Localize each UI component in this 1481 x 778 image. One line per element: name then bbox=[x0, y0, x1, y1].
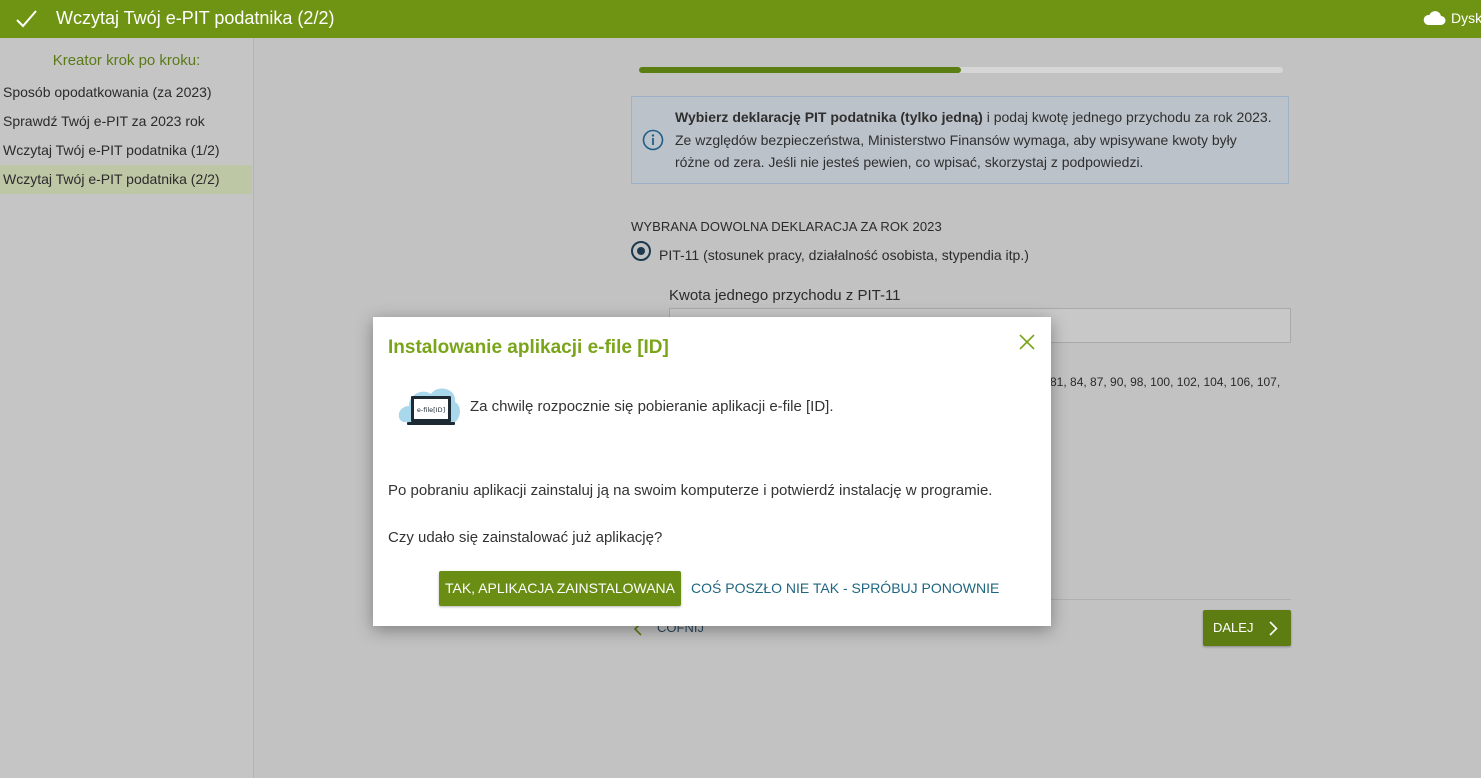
cloud-icon[interactable] bbox=[1422, 10, 1446, 26]
wizard-sidebar: Kreator krok po kroku: Sposób opodatkowa… bbox=[0, 38, 254, 778]
sidebar-item-load-epit-1[interactable]: Wczytaj Twój e-PIT podatnika (1/2) bbox=[0, 136, 252, 165]
info-text-bold: Wybierz deklarację PIT podatnika (tylko … bbox=[675, 109, 983, 125]
efile-logo-text: e-file[ID] bbox=[417, 406, 445, 414]
section-label: WYBRANA DOWOLNA DEKLARACJA ZA ROK 2023 bbox=[631, 219, 942, 234]
install-app-dialog: Instalowanie aplikacji e-file [ID] e-fil… bbox=[373, 317, 1051, 626]
sidebar-item-load-epit-2[interactable]: Wczytaj Twój e-PIT podatnika (2/2) bbox=[0, 165, 252, 194]
sidebar-item-check-epit[interactable]: Sprawdź Twój e-PIT za 2023 rok bbox=[0, 107, 252, 136]
next-button[interactable]: DALEJ bbox=[1203, 610, 1291, 646]
cloud-drive-link[interactable]: Dysk bbox=[1451, 10, 1481, 26]
checkmark-icon bbox=[16, 10, 37, 28]
info-text: Wybierz deklarację PIT podatnika (tylko … bbox=[675, 106, 1275, 174]
pit11-radio-label[interactable]: PIT-11 (stosunek pracy, działalność osob… bbox=[659, 247, 1029, 263]
dialog-title: Instalowanie aplikacji e-file [ID] bbox=[388, 337, 669, 358]
chevron-right-icon bbox=[1269, 621, 1278, 636]
efile-app-icon: e-file[ID] bbox=[398, 388, 460, 425]
dialog-install-text: Po pobraniu aplikacji zainstaluj ją na s… bbox=[388, 482, 993, 499]
confirm-installed-button[interactable]: TAK, APLIKACJA ZAINSTALOWANA bbox=[439, 571, 681, 606]
page-title: Wczytaj Twój e-PIT podatnika (2/2) bbox=[56, 8, 335, 28]
hint-text: 81, 84, 87, 90, 98, 100, 102, 104, 106, … bbox=[1050, 375, 1281, 389]
dialog-question-text: Czy udało się zainstalować już aplikację… bbox=[388, 529, 663, 546]
next-button-label: DALEJ bbox=[1213, 620, 1254, 635]
dialog-download-text: Za chwilę rozpocznie się pobieranie apli… bbox=[470, 398, 834, 415]
progress-bar-fill bbox=[639, 67, 961, 73]
income-field-label: Kwota jednego przychodu z PIT-11 bbox=[669, 287, 901, 304]
retry-link[interactable]: COŚ POSZŁO NIE TAK - SPRÓBUJ PONOWNIE bbox=[691, 580, 999, 596]
pit11-radio[interactable] bbox=[631, 241, 651, 261]
info-icon bbox=[642, 129, 664, 151]
sidebar-heading: Kreator krok po kroku: bbox=[52, 52, 201, 69]
progress-bar bbox=[639, 67, 1283, 73]
info-box: Wybierz deklarację PIT podatnika (tylko … bbox=[631, 96, 1289, 184]
close-icon[interactable] bbox=[1018, 333, 1036, 351]
sidebar-item-taxation-method[interactable]: Sposób opodatkowania (za 2023) bbox=[0, 78, 252, 107]
top-bar: Wczytaj Twój e-PIT podatnika (2/2) Dysk bbox=[0, 0, 1481, 38]
